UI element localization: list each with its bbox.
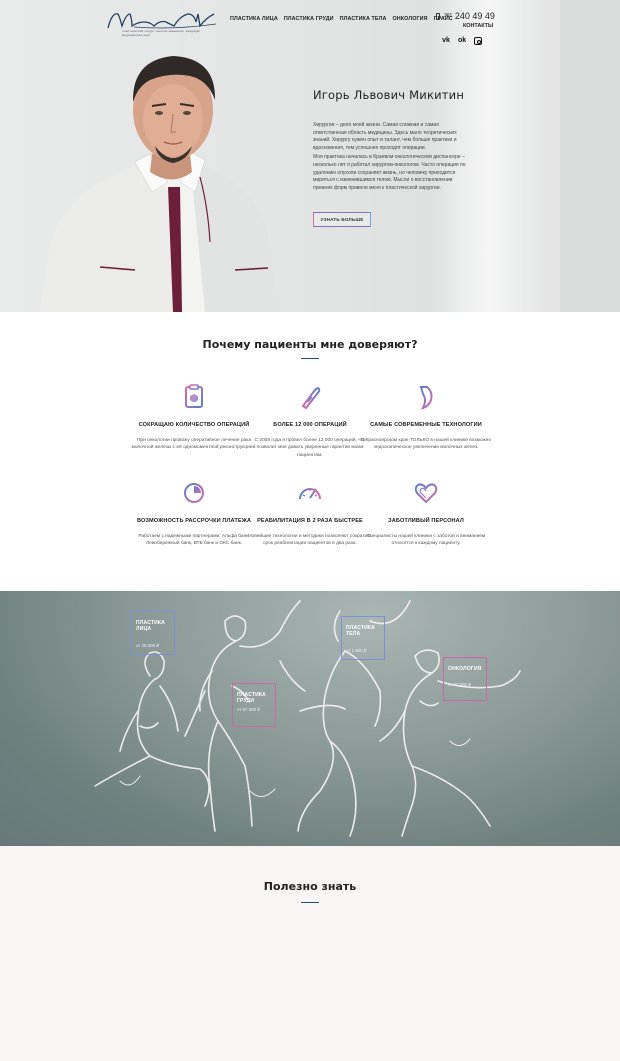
main-nav: ПЛАСТИКА ЛИЦА ПЛАСТИКА ГРУДИ ПЛАСТИКА ТЕ…	[230, 16, 459, 22]
card-title: ОНКОЛОГИЯ	[448, 666, 482, 672]
feature-text: При онкологии провожу оперативное лечени…	[131, 438, 257, 451]
hero-section: пластический хирург онколог-маммолог кан…	[0, 0, 620, 312]
service-card-body[interactable]: ПЛАСТИКА ТЕЛА от 1 500 ₽	[341, 616, 385, 660]
ok-icon[interactable]: ok	[458, 37, 466, 45]
feature-title: БОЛЕЕ 12 000 ОПЕРАЦИЙ	[273, 422, 347, 428]
contacts-link[interactable]: КОНТАКТЫ	[463, 23, 493, 29]
feature-modern-tech: САМЫЕ СОВРЕМЕННЫЕ ТЕХНОЛОГИИ В Красноярс…	[361, 384, 491, 452]
social-links: vk ok	[442, 37, 482, 45]
card-title: ПЛАСТИКА ГРУДИ	[237, 692, 266, 705]
feature-title: РЕАБИЛИТАЦИЯ В 2 РАЗА БЫСТРЕЕ	[257, 518, 363, 524]
feature-fewer-operations: СОКРАЩАЮ КОЛИЧЕСТВО ОПЕРАЦИЙ При онколог…	[129, 384, 259, 452]
phone-icon	[436, 13, 440, 20]
services-gallery: ПЛАСТИКА ЛИЦА от 25 000 ₽ ПЛАСТИКА ГРУДИ…	[0, 591, 620, 846]
nav-item-breast[interactable]: ПЛАСТИКА ГРУДИ	[284, 16, 334, 22]
implant-icon	[419, 386, 433, 410]
nav-item-body[interactable]: ПЛАСТИКА ТЕЛА	[340, 16, 387, 22]
scalpel-icon	[301, 387, 321, 410]
feature-text: В Красноярском крае ТОЛЬКО в нашей клини…	[361, 438, 492, 451]
feature-title: ВОЗМОЖНОСТЬ РАССРОЧКИ ПЛАТЕЖА	[136, 518, 252, 524]
nav-item-oncology[interactable]: ОНКОЛОГИЯ	[393, 16, 428, 22]
title-underline	[301, 358, 319, 359]
feature-text: Новейшие технологии и методики позволяют…	[248, 534, 372, 547]
card-title: ПЛАСТИКА ТЕЛА	[346, 625, 375, 638]
service-card-breast[interactable]: ПЛАСТИКА ГРУДИ от 67 000 ₽	[232, 683, 276, 727]
nav-item-face[interactable]: ПЛАСТИКА ЛИЦА	[230, 16, 278, 22]
feature-title: ЗАБОТЛИВЫЙ ПЕРСОНАЛ	[388, 518, 464, 524]
service-card-face[interactable]: ПЛАСТИКА ЛИЦА от 25 000 ₽	[131, 611, 175, 655]
feature-staff: ЗАБОТЛИВЫЙ ПЕРСОНАЛ Специалисты нашей кл…	[361, 480, 491, 548]
speedometer-icon	[299, 488, 321, 500]
useful-section	[0, 846, 620, 1061]
feature-text: С 2008 года я провел более 12 000 операц…	[254, 438, 366, 458]
card-price: от 1 500 ₽	[346, 648, 367, 653]
learn-more-button[interactable]: УЗНАТЬ БОЛЬШЕ	[313, 212, 371, 227]
doctor-name: Игорь Львович Микитин	[313, 88, 465, 102]
hero-paragraph-2: Моя практика началась в Краевом онкологи…	[313, 154, 466, 191]
phone-number[interactable]: 391 240 49 49	[444, 11, 495, 21]
title-underline	[301, 902, 319, 903]
card-price: от 47 000 ₽	[448, 682, 472, 687]
hero-paragraph-1: Хирургия – дело моей жизни. Самая сложна…	[313, 122, 457, 151]
clipboard-shield-icon	[185, 384, 203, 408]
doctor-photo	[40, 56, 280, 312]
feature-text: Специалисты нашей клиники с заботой и вн…	[366, 534, 486, 547]
vk-icon[interactable]: vk	[442, 37, 450, 45]
feature-text: Работаем с надежными партнерами: Альфа б…	[138, 534, 250, 547]
service-card-oncology[interactable]: ОНКОЛОГИЯ от 47 000 ₽	[443, 657, 487, 701]
instagram-icon[interactable]	[474, 37, 482, 45]
sketch-figures	[94, 600, 521, 837]
phone-code: 391	[444, 13, 453, 19]
useful-title: Полезно знать	[263, 880, 357, 893]
pie-chart-icon	[184, 483, 204, 503]
feature-title: СОКРАЩАЮ КОЛИЧЕСТВО ОПЕРАЦИЙ	[138, 422, 250, 428]
feature-installment: ВОЗМОЖНОСТЬ РАССРОЧКИ ПЛАТЕЖА Работаем с…	[129, 480, 259, 548]
card-title: ПЛАСТИКА ЛИЦА	[136, 620, 165, 633]
feature-rehab: РЕАБИЛИТАЦИЯ В 2 РАЗА БЫСТРЕЕ Новейшие т…	[245, 480, 375, 548]
feature-12000-operations: БОЛЕЕ 12 000 ОПЕРАЦИЙ С 2008 года я пров…	[245, 384, 375, 459]
heart-icon	[414, 483, 438, 504]
card-price: от 67 000 ₽	[237, 707, 261, 712]
card-price: от 25 000 ₽	[136, 643, 160, 648]
trust-title: Почему пациенты мне доверяют?	[202, 338, 418, 351]
logo-tagline: пластический хирург онколог-маммолог кан…	[122, 29, 201, 37]
logo[interactable]: пластический хирург онколог-маммолог кан…	[104, 8, 220, 38]
phone-main: 240 49 49	[454, 11, 495, 21]
feature-title: САМЫЕ СОВРЕМЕННЫЕ ТЕХНОЛОГИИ	[370, 422, 482, 428]
hero-wall	[560, 0, 620, 312]
hero-content: Игорь Львович Микитин Хирургия – дело мо…	[313, 88, 473, 194]
